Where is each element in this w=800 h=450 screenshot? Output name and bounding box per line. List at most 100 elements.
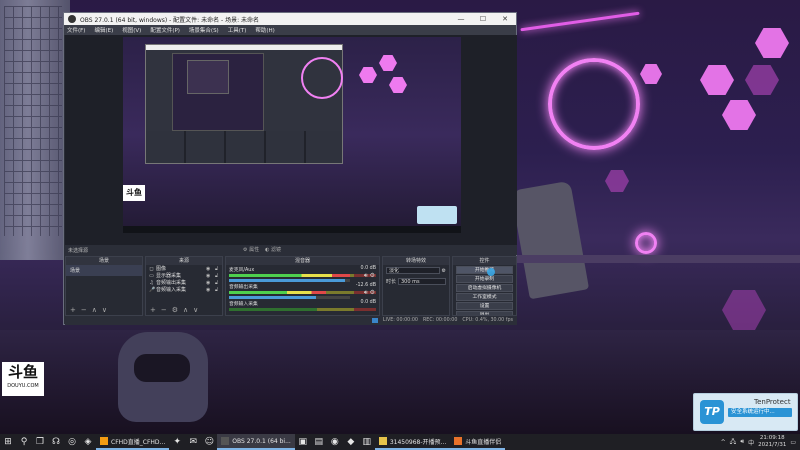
menu-scene-collection[interactable]: 场景集合(S)	[189, 26, 219, 34]
obs-app-icon	[68, 15, 76, 23]
properties-button[interactable]: ⚙ 属性	[243, 246, 259, 253]
settings-button[interactable]: 设置	[456, 302, 513, 310]
source-item[interactable]: ♫ 音频输出采集 ◉ 🔓︎	[146, 279, 222, 287]
source-settings-icon[interactable]: ⚙	[172, 306, 178, 314]
live-icon	[371, 318, 378, 323]
sources-dock-title: 来源	[146, 257, 222, 265]
clock[interactable]: 21:09:18 2021/7/31	[758, 435, 786, 449]
controls-dock: 控件 开始推流 开始录制 启动虚拟摄像机 工作室模式 设置 退出	[452, 256, 517, 316]
headset-icon[interactable]: ☊	[48, 434, 64, 450]
add-source-button[interactable]: +	[150, 306, 156, 314]
move-up-icon[interactable]: ∧	[183, 306, 188, 314]
source-name: 音频输出采集	[156, 280, 187, 286]
start-recording-button[interactable]: 开始录制	[456, 275, 513, 283]
lock-icon[interactable]: 🔓︎	[215, 273, 222, 279]
add-scene-button[interactable]: +	[70, 306, 76, 314]
eye-icon[interactable]: ◉	[206, 287, 213, 293]
menu-edit[interactable]: 编辑(E)	[94, 26, 113, 34]
taskbar-app[interactable]: 斗鱼直播伴侣	[450, 434, 506, 450]
filters-button[interactable]: ◐ 滤镜	[265, 246, 281, 253]
obs-window-title: OBS 27.0.1 (64 bit, windows) - 配置文件: 未命名…	[80, 16, 260, 24]
app-icon	[100, 437, 108, 445]
volume-meter	[229, 291, 376, 294]
taskbar-app[interactable]: CFHD直播_CFHD...	[96, 434, 170, 450]
taskbar-app[interactable]: OBS 27.0.1 (64 bi...	[217, 434, 295, 450]
taskbar-app[interactable]: 31450968-开播预...	[374, 434, 451, 450]
duration-input[interactable]: 300 ms	[398, 278, 446, 285]
controls-dock-title: 控件	[453, 257, 516, 265]
lock-icon[interactable]: 🔓︎	[215, 280, 222, 286]
remove-source-button[interactable]: −	[161, 306, 167, 314]
menu-profile[interactable]: 配置文件(P)	[150, 26, 180, 34]
speaker-icon[interactable]: 🔊︎	[364, 272, 368, 279]
eye-icon[interactable]: ◉	[206, 280, 213, 286]
preview-toolbar: 未选择源 ⚙ 属性 ◐ 滤镜	[65, 245, 517, 255]
wechat-icon[interactable]: ✉	[185, 434, 201, 450]
start-streaming-button[interactable]: 开始推流	[456, 266, 513, 274]
volume-icon[interactable]: 🔊︎	[740, 438, 744, 446]
source-item[interactable]: ◻ 图像 ◉ 🔓︎	[146, 265, 222, 273]
game-icon[interactable]: ✦	[169, 434, 185, 450]
minimize-button[interactable]: —	[450, 13, 472, 25]
eye-icon[interactable]: ◉	[206, 273, 213, 279]
source-item[interactable]: ▭ 显示器采集 ◉ 🔓︎	[146, 272, 222, 280]
transition-settings-icon[interactable]: ⚙	[442, 268, 446, 274]
source-name: 显示器采集	[156, 273, 182, 279]
volume-meter-fill	[229, 291, 327, 294]
move-up-icon[interactable]: ∧	[92, 306, 97, 314]
steam-icon[interactable]: ◎	[64, 434, 80, 450]
wallpaper-neon-ring	[548, 58, 640, 150]
obs-preview-area[interactable]: 斗鱼	[65, 35, 517, 245]
obs-menubar: 文件(F) 编辑(E) 视图(V) 配置文件(P) 场景集合(S) 工具(T) …	[64, 25, 516, 35]
preview-canvas[interactable]: 斗鱼	[123, 37, 461, 233]
preview-douyu-watermark: 斗鱼	[123, 185, 145, 201]
move-down-icon[interactable]: ∨	[193, 306, 198, 314]
mixer-channel: 音频输入采集 0.0 dB	[226, 299, 379, 315]
wallpaper-chair	[510, 180, 590, 300]
app-icon[interactable]: ▣	[295, 434, 311, 450]
menu-file[interactable]: 文件(F)	[67, 26, 85, 34]
search-icon[interactable]: ⚲	[16, 434, 32, 450]
remove-scene-button[interactable]: −	[81, 306, 87, 314]
eye-icon[interactable]: ◉	[206, 266, 213, 272]
speaker-icon: ♫	[149, 279, 154, 286]
gear-icon[interactable]: ⚙	[370, 272, 375, 279]
scene-item[interactable]: 场景	[66, 265, 142, 276]
close-button[interactable]: ✕	[494, 13, 516, 25]
network-icon[interactable]: 🖧︎	[730, 437, 737, 447]
transition-select[interactable]: 淡化	[386, 267, 440, 274]
tenprotect-notification[interactable]: TP TenProtect 安全系统运行中...	[693, 393, 798, 431]
start-windows-icon[interactable]: ⊞	[0, 434, 16, 450]
lock-icon[interactable]: 🔓︎	[215, 266, 222, 272]
chrome-icon[interactable]: ◉	[327, 434, 343, 450]
menu-help[interactable]: 帮助(H)	[255, 26, 274, 34]
speaker-icon[interactable]: 🔊︎	[364, 289, 368, 296]
menu-tools[interactable]: 工具(T)	[228, 26, 247, 34]
ime-indicator[interactable]: 中	[748, 438, 754, 447]
source-item[interactable]: 🎤 音频输入采集 ◉ 🔓︎	[146, 286, 222, 294]
studio-mode-button[interactable]: 工作室模式	[456, 293, 513, 301]
sources-dock: 来源 ◻ 图像 ◉ 🔓︎ ▭ 显示器采集 ◉ 🔓︎ ♫ 音频输出采集 ◉ 🔓︎ …	[145, 256, 223, 316]
qq-icon[interactable]: ☺	[201, 434, 217, 450]
rider-icon[interactable]: ◈	[80, 434, 96, 450]
start-virtual-camera-button[interactable]: 启动虚拟摄像机	[456, 284, 513, 292]
app-icon[interactable]: ▤	[311, 434, 327, 450]
transitions-dock: 转场特效 淡化 ⚙ 时长 300 ms	[382, 256, 450, 316]
obs-titlebar[interactable]: OBS 27.0.1 (64 bit, windows) - 配置文件: 未命名…	[64, 13, 516, 25]
volume-meter-fill	[229, 274, 350, 277]
maximize-button[interactable]: ☐	[472, 13, 494, 25]
obs-window[interactable]: OBS 27.0.1 (64 bit, windows) - 配置文件: 未命名…	[63, 12, 517, 325]
tenprotect-logo-icon: TP	[700, 400, 724, 424]
gear-icon[interactable]: ⚙	[370, 289, 375, 296]
tray-overflow-caret-icon[interactable]: ^	[721, 439, 726, 446]
menu-view[interactable]: 视图(V)	[122, 26, 141, 34]
source-name: 音频输入采集	[156, 287, 187, 293]
notification-icon[interactable]: ▭	[790, 439, 796, 446]
move-down-icon[interactable]: ∨	[102, 306, 107, 314]
app-icon[interactable]: ◆	[343, 434, 359, 450]
app-icon[interactable]: ▥	[359, 434, 375, 450]
mixer-channel: 麦克风/Aux 0.0 dB 🔊︎ ⚙	[226, 265, 379, 282]
task-view-icon[interactable]: ❐	[32, 434, 48, 450]
lock-icon[interactable]: 🔓︎	[215, 287, 222, 293]
transitions-dock-title: 转场特效	[383, 257, 449, 265]
